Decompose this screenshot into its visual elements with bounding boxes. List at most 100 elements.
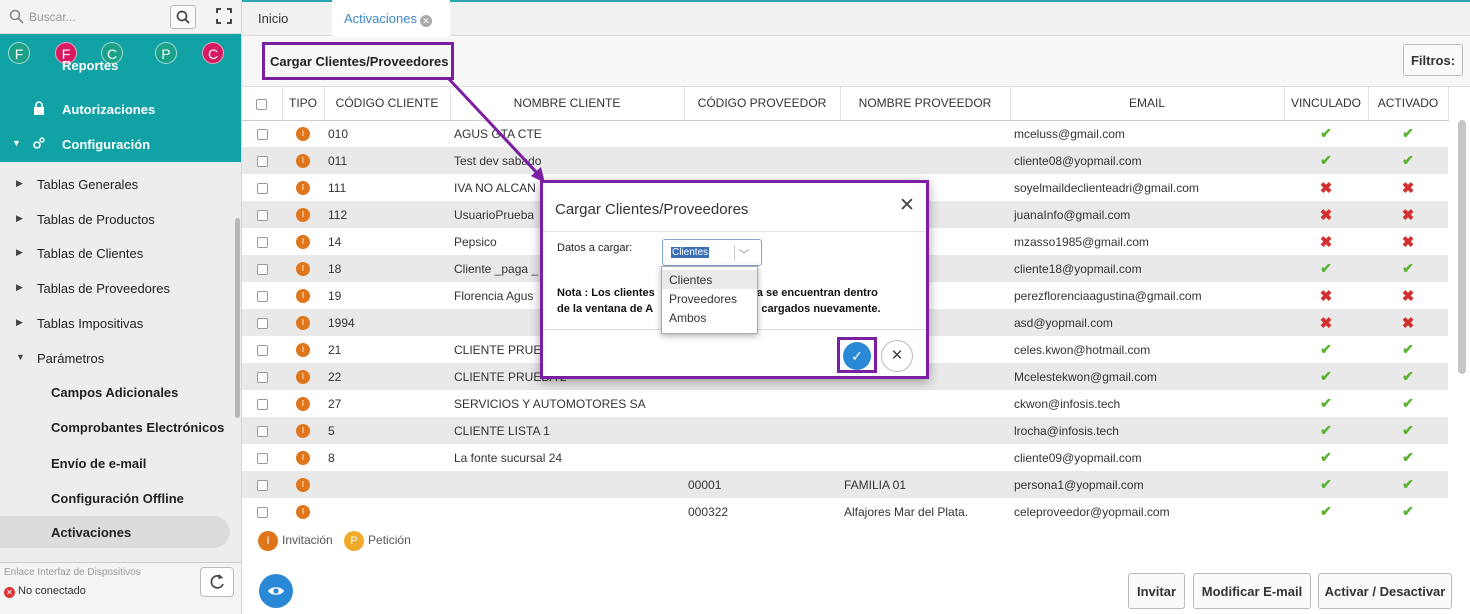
sidebar-item-tablas-productos[interactable]: ▶ Tablas de Productos (0, 202, 241, 236)
tipo-cell: I (282, 255, 324, 282)
dropdown-option[interactable]: Ambos (662, 308, 757, 327)
close-icon[interactable]: ✕ (899, 194, 915, 217)
checkbox[interactable] (256, 371, 268, 383)
checkbox[interactable] (256, 398, 268, 410)
checkbox[interactable] (256, 290, 268, 302)
sidebar-scrollbar[interactable] (235, 218, 240, 418)
tab-activaciones[interactable]: Activaciones ✕ (332, 0, 450, 37)
col-codigo-cliente[interactable]: CÓDIGO CLIENTE (324, 87, 451, 121)
col-codigo-proveedor[interactable]: CÓDIGO PROVEEDOR (684, 87, 841, 121)
col-tipo[interactable]: TIPO (282, 87, 325, 121)
sidebar-item-parametros[interactable]: ▼ Parámetros (0, 341, 241, 375)
checkbox[interactable] (256, 155, 268, 167)
row-checkbox-cell[interactable] (242, 471, 282, 498)
dropdown-option[interactable]: Clientes (662, 270, 757, 289)
checkbox[interactable] (256, 182, 268, 194)
table-row[interactable]: I 010 AGUS GTA CTE mceluss@gmail.com ✔ ✔ (242, 120, 1448, 147)
activar-desactivar-button[interactable]: Activar / Desactivar (1318, 573, 1452, 609)
col-nombre-cliente[interactable]: NOMBRE CLIENTE (450, 87, 685, 121)
dropdown-option[interactable]: Proveedores (662, 289, 757, 308)
row-checkbox-cell[interactable] (242, 120, 282, 147)
cargar-clientes-button[interactable]: Cargar Clientes/Proveedores (262, 42, 454, 80)
checkbox[interactable] (256, 344, 268, 356)
table-row[interactable]: I 000322 Alfajores Mar del Plata. celeprove… (242, 498, 1448, 524)
checkbox[interactable] (256, 209, 268, 221)
checkbox[interactable] (256, 317, 268, 329)
error-icon: ✕ (4, 587, 15, 598)
row-checkbox-cell[interactable] (242, 390, 282, 417)
row-checkbox-cell[interactable] (242, 147, 282, 174)
cancel-button[interactable]: ✕ (881, 340, 913, 372)
table-row[interactable]: I 27 SERVICIOS Y AUTOMOTORES SA ckwon@infos… (242, 390, 1448, 417)
datos-select[interactable]: Clientes ﹀ (662, 239, 762, 266)
sidebar-item-config-offline[interactable]: Configuración Offline (0, 481, 241, 517)
sidebar-item-tablas-impositivas[interactable]: ▶ Tablas Impositivas (0, 306, 241, 340)
sidebar-item-tablas-generales[interactable]: ▶ Tablas Generales (0, 167, 241, 201)
row-checkbox-cell[interactable] (242, 282, 282, 309)
row-checkbox-cell[interactable] (242, 255, 282, 282)
sidebar-item-campos-adicionales[interactable]: Campos Adicionales (0, 375, 241, 411)
sidebar-item-label: Parámetros (37, 351, 105, 366)
sidebar-item-autorizaciones[interactable]: Autorizaciones (0, 91, 241, 127)
checkbox[interactable] (256, 129, 268, 141)
nombre-proveedor-cell (840, 417, 1010, 444)
device-link[interactable]: Enlace Interfaz de Dispositivos (4, 567, 141, 578)
table-scrollbar[interactable] (1458, 120, 1466, 374)
sidebar-item-envio-email[interactable]: Envío de e-mail (0, 446, 241, 482)
modificar-email-button[interactable]: Modificar E-mail (1193, 573, 1311, 609)
sidebar-item-tablas-proveedores[interactable]: ▶ Tablas de Proveedores (0, 271, 241, 305)
divider (543, 231, 926, 232)
select-all-checkbox[interactable] (242, 87, 283, 121)
confirm-button[interactable]: ✓ (837, 337, 877, 373)
search-input[interactable]: Buscar... (29, 10, 76, 24)
sidebar-item-activaciones[interactable]: Activaciones (0, 516, 230, 548)
checkbox[interactable] (256, 263, 268, 275)
expand-icon[interactable] (214, 6, 234, 26)
activado-cell: ✔ (1368, 336, 1448, 363)
checkbox[interactable] (256, 479, 268, 491)
row-checkbox-cell[interactable] (242, 498, 282, 524)
invitacion-icon: I (296, 127, 310, 142)
filtros-button[interactable]: Filtros: (1403, 44, 1463, 76)
lock-icon (34, 101, 44, 115)
col-nombre-proveedor[interactable]: NOMBRE PROVEEDOR (840, 87, 1011, 121)
refresh-button[interactable] (200, 567, 234, 597)
activado-cell: ✖ (1368, 309, 1448, 336)
tab-inicio[interactable]: Inicio (258, 0, 288, 36)
checkbox[interactable] (256, 236, 268, 248)
table-header: TIPO CÓDIGO CLIENTE NOMBRE CLIENTE CÓDIG… (242, 87, 1449, 121)
check-icon: ✔ (1402, 125, 1414, 142)
row-checkbox-cell[interactable] (242, 417, 282, 444)
sidebar-item-comprobantes[interactable]: Comprobantes Electrónicos (0, 410, 241, 446)
row-checkbox-cell[interactable] (242, 201, 282, 228)
row-checkbox-cell[interactable] (242, 174, 282, 201)
row-checkbox-cell[interactable] (242, 309, 282, 336)
row-checkbox-cell[interactable] (242, 444, 282, 471)
invitar-button[interactable]: Invitar (1128, 573, 1185, 609)
checkbox[interactable] (256, 98, 268, 110)
table-row[interactable]: I 5 CLIENTE LISTA 1 lrocha@infosis.tech ✔ ✔ (242, 417, 1448, 444)
view-button[interactable] (259, 574, 293, 608)
checkbox[interactable] (256, 452, 268, 464)
row-checkbox-cell[interactable] (242, 228, 282, 255)
sidebar-item-tablas-clientes[interactable]: ▶ Tablas de Clientes (0, 236, 241, 270)
row-checkbox-cell[interactable] (242, 363, 282, 390)
sidebar-item-label: Autorizaciones (62, 102, 156, 117)
row-checkbox-cell[interactable] (242, 336, 282, 363)
check-icon: ✔ (1402, 341, 1414, 357)
sidebar-item-reportes[interactable]: Reportes (0, 61, 241, 79)
nota-line: rán cargados nuevamente. (741, 303, 881, 315)
search-button[interactable] (170, 5, 196, 29)
sidebar-item-configuracion[interactable]: ▼ Configuración (0, 126, 241, 162)
checkbox[interactable] (256, 506, 268, 518)
col-vinculado[interactable]: VINCULADO (1284, 87, 1369, 121)
tipo-cell: I (282, 471, 324, 498)
col-email[interactable]: EMAIL (1010, 87, 1285, 121)
table-row[interactable]: I 00001 FAMILIA 01 persona1@yopmail.com ✔ ✔ (242, 471, 1448, 498)
checkbox[interactable] (256, 425, 268, 437)
email-cell: persona1@yopmail.com (1010, 471, 1284, 498)
table-row[interactable]: I 8 La fonte sucursal 24 cliente09@yopmail.… (242, 444, 1448, 471)
col-activado[interactable]: ACTIVADO (1368, 87, 1449, 121)
close-tab-icon[interactable]: ✕ (419, 15, 432, 27)
table-row[interactable]: I 011 Test dev sabado cliente08@yopmail.com… (242, 147, 1448, 174)
